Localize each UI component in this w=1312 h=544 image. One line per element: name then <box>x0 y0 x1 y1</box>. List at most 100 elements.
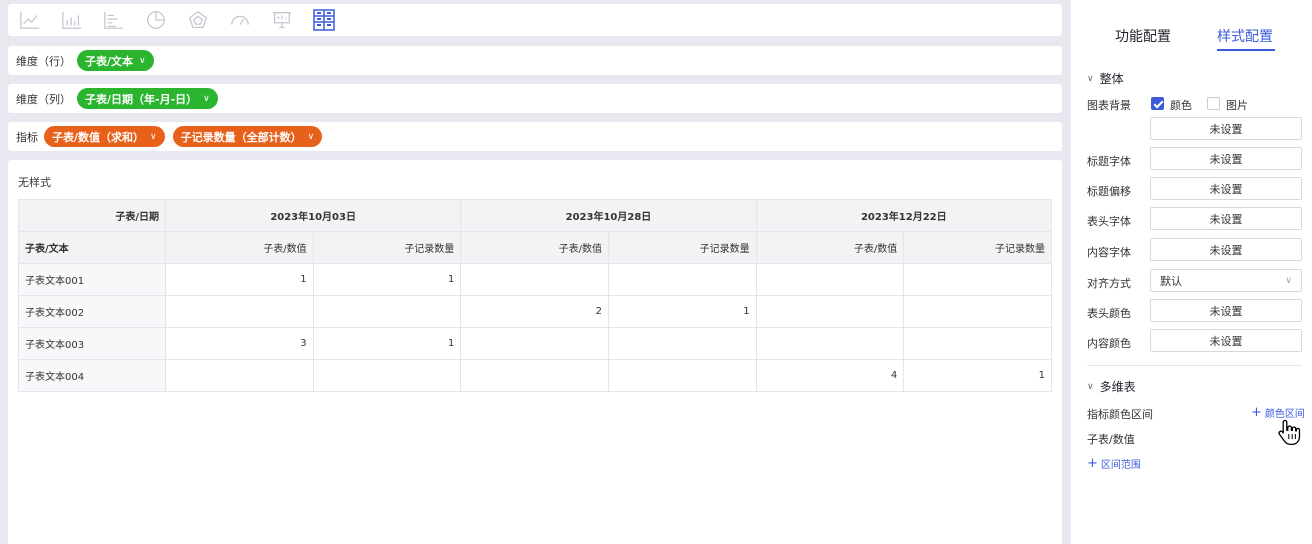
row-header: 子表文本001 <box>18 263 166 296</box>
bg-image-label: 图片 <box>1226 99 1248 112</box>
table-cell <box>312 295 462 328</box>
chevron-down-icon: ∨ <box>307 131 315 142</box>
bg-color-label: 颜色 <box>1170 99 1192 112</box>
table-cell: 4 <box>755 359 905 392</box>
section-overall-header[interactable]: ∨ 整体 <box>1087 70 1124 87</box>
measure-header: 子表/数值 <box>460 231 609 264</box>
title-font-button[interactable]: 未设置 <box>1150 147 1302 170</box>
corner-row-header: 子表/文本 <box>18 231 166 264</box>
measure-header: 子表/数值 <box>165 231 314 264</box>
align-label: 对齐方式 <box>1087 277 1131 290</box>
add-range-link[interactable]: + 区间范围 <box>1087 456 1141 471</box>
chart-bg-label: 图表背景 <box>1087 99 1131 112</box>
chevron-down-icon: ∨ <box>1285 275 1292 286</box>
table-cell <box>607 327 757 360</box>
header-color-button[interactable]: 未设置 <box>1150 299 1302 322</box>
pie-chart-icon[interactable] <box>144 8 168 32</box>
add-range-text: 区间范围 <box>1100 460 1141 471</box>
table-cell <box>460 263 609 296</box>
content-font-button[interactable]: 未设置 <box>1150 238 1302 261</box>
chevron-down-icon: ∨ <box>203 93 210 104</box>
content-color-button[interactable]: 未设置 <box>1150 329 1302 352</box>
pill-label: 子表/文本 <box>85 54 134 68</box>
table-cell: 1 <box>903 359 1052 392</box>
table-cell <box>312 359 462 392</box>
table-row: 子表文本001 1 1 <box>18 263 1052 296</box>
table-cell: 1 <box>607 295 757 328</box>
row-header: 子表文本002 <box>18 295 166 328</box>
table-cell <box>460 327 609 360</box>
bg-color-checkbox[interactable] <box>1151 97 1164 110</box>
section-title: 多维表 <box>1099 380 1136 394</box>
chevron-down-icon: ∨ <box>1087 381 1094 392</box>
line-chart-icon[interactable] <box>18 8 42 32</box>
rows-dimension-pill[interactable]: 子表/文本 ∨ <box>77 50 154 71</box>
date-header: 2023年10月28日 <box>460 199 757 232</box>
title-offset-button[interactable]: 未设置 <box>1150 177 1302 200</box>
metric-pill-sum[interactable]: 子表/数值（求和） ∨ <box>44 126 165 147</box>
measure-header: 子记录数量 <box>312 231 462 264</box>
table-cell <box>903 295 1052 328</box>
header-font-label: 表头字体 <box>1087 215 1131 228</box>
table-cell: 1 <box>165 263 314 296</box>
bg-image-checkbox[interactable] <box>1207 97 1220 110</box>
header-color-label: 表头颜色 <box>1087 307 1131 320</box>
bar-chart-icon[interactable] <box>60 8 84 32</box>
active-tab-indicator <box>1217 49 1275 51</box>
title-offset-label: 标题偏移 <box>1087 185 1131 198</box>
hand-pointer-cursor-icon <box>1278 419 1301 446</box>
metric-color-range-label: 指标颜色区间 <box>1087 408 1153 421</box>
plus-icon: + <box>1087 456 1098 471</box>
row-header: 子表文本003 <box>18 327 166 360</box>
date-header: 2023年10月03日 <box>164 199 462 232</box>
kanban-icon[interactable] <box>270 8 294 32</box>
section-title: 整体 <box>1099 72 1124 86</box>
table-cell <box>165 295 314 328</box>
table-cell <box>755 263 905 296</box>
table-cell: 1 <box>312 327 462 360</box>
header-font-button[interactable]: 未设置 <box>1150 207 1302 230</box>
table-cell <box>460 359 609 392</box>
pill-label: 子表/数值（求和） <box>52 130 145 144</box>
measure-header: 子表/数值 <box>755 231 905 264</box>
rows-dimension-label: 维度（行） <box>16 54 71 68</box>
content-color-label: 内容颜色 <box>1087 337 1131 350</box>
metric-pill-count[interactable]: 子记录数量（全部计数） ∨ <box>172 126 323 147</box>
date-header: 2023年12月22日 <box>755 199 1053 232</box>
cols-dimension-pill[interactable]: 子表/日期（年-月-日） ∨ <box>77 88 218 109</box>
gauge-icon[interactable] <box>228 8 252 32</box>
align-select-value: 默认 <box>1160 274 1182 288</box>
chevron-down-icon: ∨ <box>1087 73 1094 84</box>
table-cell: 1 <box>312 263 462 296</box>
pivot-table-icon[interactable] <box>312 8 336 32</box>
horizontal-bar-chart-icon[interactable] <box>102 8 126 32</box>
measure-header: 子记录数量 <box>903 231 1052 264</box>
metrics-dropzone[interactable]: 指标 子表/数值（求和） ∨ 子记录数量（全部计数） ∨ <box>8 122 1062 151</box>
pivot-table: 子表/日期 2023年10月03日 2023年10月28日 2023年12月22… <box>18 199 1053 392</box>
chevron-down-icon: ∨ <box>150 131 157 142</box>
bg-color-setting-button[interactable]: 未设置 <box>1150 117 1302 140</box>
radar-chart-icon[interactable] <box>186 8 210 32</box>
plus-icon: + <box>1251 405 1262 420</box>
table-row: 子表文本002 2 1 <box>18 295 1052 328</box>
rows-dimension-dropzone[interactable]: 维度（行） 子表/文本 ∨ <box>8 46 1062 75</box>
tab-function-config[interactable]: 功能配置 <box>1115 26 1171 46</box>
table-cell <box>607 359 757 392</box>
content-font-label: 内容字体 <box>1087 246 1131 259</box>
table-cell <box>903 263 1052 296</box>
table-cell <box>755 327 905 360</box>
chart-title: 无样式 <box>18 176 51 189</box>
tab-style-config[interactable]: 样式配置 <box>1217 26 1273 46</box>
corner-col-header: 子表/日期 <box>18 199 166 232</box>
align-select[interactable]: 默认 ∨ <box>1150 269 1302 292</box>
table-row: 子表文本004 4 1 <box>18 359 1052 392</box>
table-row: 子表文本003 3 1 <box>18 327 1052 360</box>
table-cell: 2 <box>460 295 609 328</box>
metrics-label: 指标 <box>16 130 38 144</box>
cols-dimension-label: 维度（列） <box>16 92 71 106</box>
table-cell <box>903 327 1052 360</box>
section-multi-header[interactable]: ∨ 多维表 <box>1087 378 1136 395</box>
config-tabs: 功能配置 样式配置 <box>1071 26 1312 54</box>
cols-dimension-dropzone[interactable]: 维度（列） 子表/日期（年-月-日） ∨ <box>8 84 1062 113</box>
style-config-panel: 功能配置 样式配置 ∨ 整体 图表背景 颜色 图片 未设置 标题字体 未设置 标… <box>1071 0 1312 544</box>
